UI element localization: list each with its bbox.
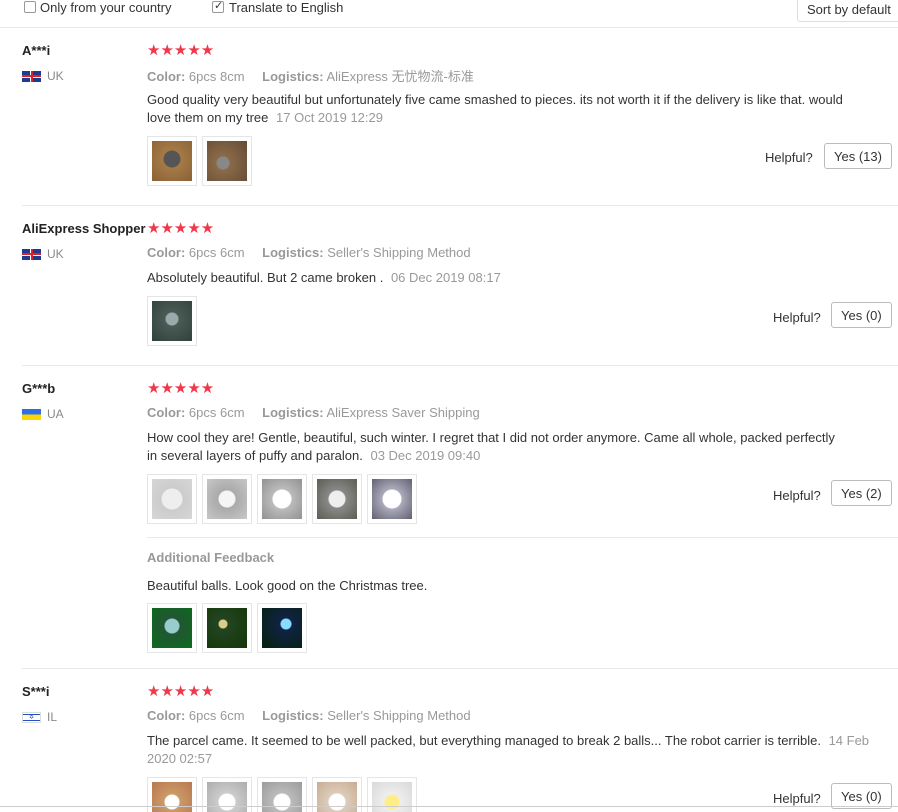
review-text: Good quality very beautiful but unfortun… <box>147 91 867 127</box>
logistics-label: Logistics: <box>262 708 324 723</box>
logistics-label: Logistics: <box>262 69 324 84</box>
helpful-yes-button[interactable]: Yes (13) <box>824 143 892 169</box>
review-photo[interactable] <box>202 136 252 186</box>
review-photo[interactable] <box>257 603 307 653</box>
uk-flag-icon <box>22 248 41 260</box>
review-body: Absolutely beautiful. But 2 came broken … <box>147 270 384 285</box>
logistics-label: Logistics: <box>262 245 324 260</box>
translate-label[interactable]: Translate to English <box>229 0 343 15</box>
review-body: The parcel came. It seemed to be well pa… <box>147 733 821 748</box>
sort-dropdown[interactable]: Sort by default <box>797 0 898 22</box>
review-photo[interactable] <box>147 603 197 653</box>
review-photo[interactable] <box>147 474 197 524</box>
star-rating: ★★★★★ <box>147 379 215 397</box>
reviewer-country: ✡ IL <box>22 710 57 724</box>
reviewer-name: S***i <box>22 684 50 699</box>
logistics-value: AliExpress Saver Shipping <box>326 405 480 420</box>
helpful-label: Helpful? <box>773 310 821 325</box>
star-rating: ★★★★★ <box>147 682 215 700</box>
color-value: 6pcs 8cm <box>188 69 245 84</box>
country-code: UA <box>47 407 64 421</box>
review-meta: Color: 6pcs 6cm Logistics: Seller's Ship… <box>147 245 471 260</box>
review-divider <box>22 365 898 366</box>
review-photo[interactable] <box>367 474 417 524</box>
color-value: 6pcs 6cm <box>188 708 245 723</box>
only-country-checkbox[interactable] <box>24 1 36 13</box>
helpful-yes-button[interactable]: Yes (0) <box>831 302 892 328</box>
scroll-edge-line <box>0 806 898 807</box>
review-photo[interactable] <box>202 603 252 653</box>
star-rating: ★★★★★ <box>147 41 215 59</box>
only-country-label[interactable]: Only from your country <box>40 0 172 15</box>
country-code: IL <box>47 710 58 724</box>
additional-feedback-text: Beautiful balls. Look good on the Christ… <box>147 578 428 593</box>
color-label: Color: <box>147 708 186 723</box>
reviewer-name: A***i <box>22 43 51 58</box>
helpful-label: Helpful? <box>773 791 821 806</box>
additional-feedback-title: Additional Feedback <box>147 550 275 565</box>
review-photo[interactable] <box>202 474 252 524</box>
reviewer-name: G***b <box>22 381 56 396</box>
review-date: 06 Dec 2019 08:17 <box>390 270 501 285</box>
review-photo[interactable] <box>312 474 362 524</box>
review-body: How cool they are! Gentle, beautiful, su… <box>147 430 835 463</box>
color-label: Color: <box>147 405 186 420</box>
logistics-label: Logistics: <box>262 405 324 420</box>
color-label: Color: <box>147 245 186 260</box>
review-filter-bar: Only from your country Translate to Engl… <box>0 0 898 28</box>
color-value: 6pcs 6cm <box>188 405 245 420</box>
reviewer-name: AliExpress Shopper <box>22 221 146 236</box>
il-flag-icon: ✡ <box>22 711 41 723</box>
review-body: Good quality very beautiful but unfortun… <box>147 92 843 125</box>
reviewer-country: UA <box>22 407 64 421</box>
review-date: 03 Dec 2019 09:40 <box>370 448 481 463</box>
review-date: 17 Oct 2019 12:29 <box>276 110 383 125</box>
logistics-value: Seller's Shipping Method <box>327 245 471 260</box>
review-divider <box>22 205 898 206</box>
helpful-yes-button[interactable]: Yes (2) <box>831 480 892 506</box>
review-meta: Color: 6pcs 6cm Logistics: Seller's Ship… <box>147 708 471 723</box>
reviewer-country: UK <box>22 247 64 261</box>
helpful-label: Helpful? <box>773 488 821 503</box>
reviewer-country: UK <box>22 69 64 83</box>
logistics-value: AliExpress 无忧物流-标准 <box>326 69 474 84</box>
additional-feedback-divider <box>147 537 898 538</box>
review-meta: Color: 6pcs 6cm Logistics: AliExpress Sa… <box>147 405 480 420</box>
review-photo[interactable] <box>147 296 197 346</box>
color-value: 6pcs 6cm <box>188 245 245 260</box>
review-photo[interactable] <box>257 474 307 524</box>
color-label: Color: <box>147 69 186 84</box>
translate-checkbox[interactable] <box>212 0 224 13</box>
review-meta: Color: 6pcs 8cm Logistics: AliExpress 无忧… <box>147 66 474 85</box>
review-photo[interactable] <box>147 136 197 186</box>
star-rating: ★★★★★ <box>147 219 215 237</box>
country-code: UK <box>47 69 64 83</box>
review-text: Absolutely beautiful. But 2 came broken … <box>147 269 867 287</box>
logistics-value: Seller's Shipping Method <box>327 708 471 723</box>
uk-flag-icon <box>22 70 41 82</box>
ua-flag-icon <box>22 408 41 420</box>
review-text: How cool they are! Gentle, beautiful, su… <box>147 429 847 465</box>
helpful-label: Helpful? <box>765 150 813 165</box>
country-code: UK <box>47 247 64 261</box>
review-divider <box>22 668 898 669</box>
review-text: The parcel came. It seemed to be well pa… <box>147 732 877 768</box>
